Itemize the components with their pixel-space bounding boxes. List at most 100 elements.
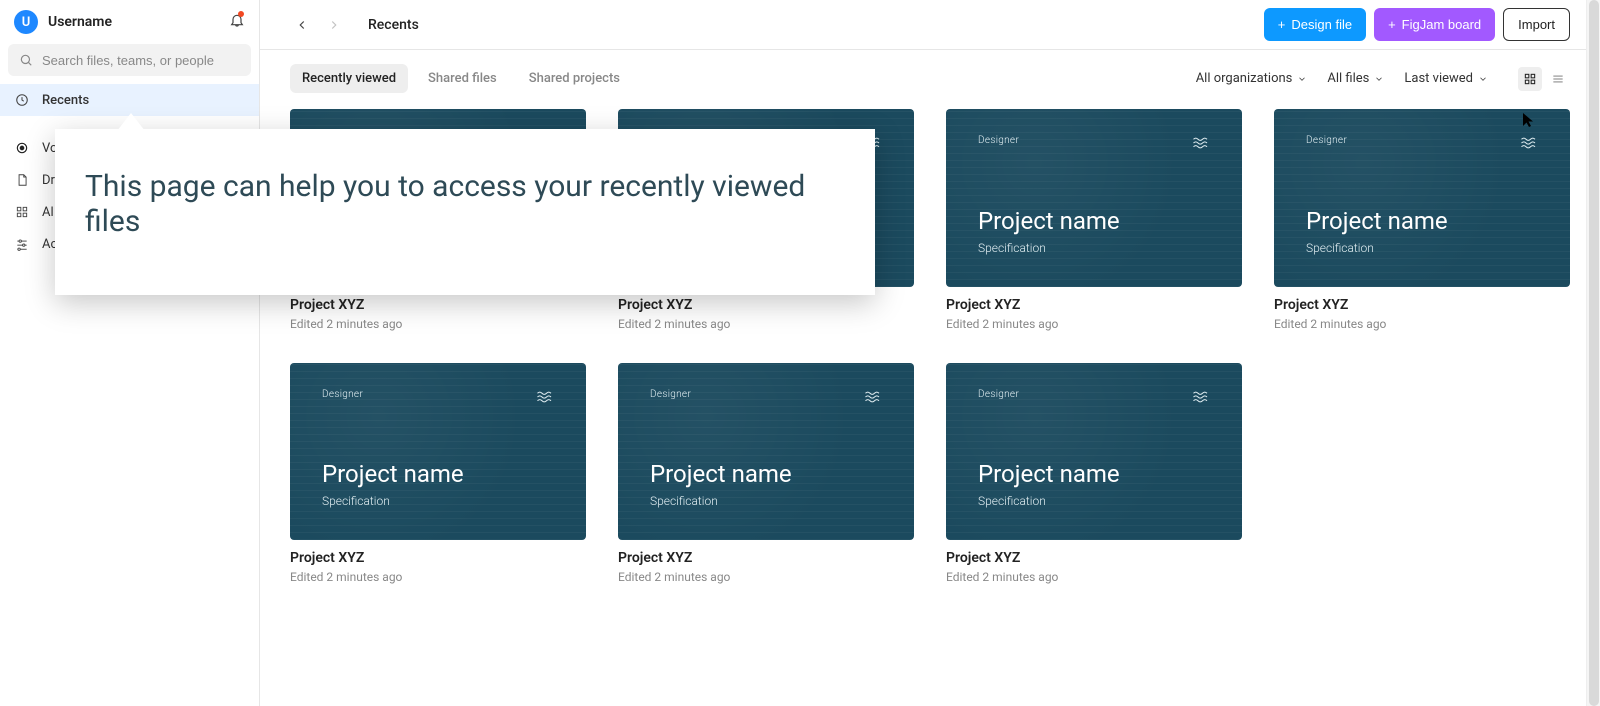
thumb-project-title: Project name — [1306, 207, 1538, 235]
file-title: Project XYZ — [290, 297, 586, 313]
file-title: Project XYZ — [618, 550, 914, 566]
filter-files[interactable]: All files — [1327, 71, 1384, 86]
nav-back-button[interactable] — [290, 13, 314, 37]
sidebar-item-label: Dr — [42, 173, 55, 188]
file-subtitle: Edited 2 minutes ago — [946, 317, 1242, 331]
thumb-project-title: Project name — [978, 207, 1210, 235]
tab-shared-projects[interactable]: Shared projects — [517, 64, 632, 93]
scrollbar[interactable] — [1586, 0, 1600, 706]
clock-icon — [14, 92, 30, 108]
filter-organizations[interactable]: All organizations — [1196, 71, 1308, 86]
cursor-pointer-icon — [1522, 112, 1536, 132]
file-subtitle: Edited 2 minutes ago — [290, 317, 586, 331]
file-thumbnail: Designer Project name Specification — [946, 109, 1242, 287]
filter-label: Last viewed — [1404, 71, 1473, 86]
main-content: Recents + Design file + FigJam board Imp… — [260, 0, 1600, 706]
file-thumbnail: Designer Project name Specification — [946, 363, 1242, 541]
tooltip-callout: This page can help you to access your re… — [55, 129, 875, 295]
thumb-designer-label: Designer — [650, 389, 882, 400]
thumb-designer-label: Designer — [1306, 135, 1538, 146]
filter-label: All organizations — [1196, 71, 1293, 86]
sidebar-item-label: Al — [42, 205, 54, 220]
file-title: Project XYZ — [946, 550, 1242, 566]
chevron-down-icon — [1374, 74, 1384, 84]
notifications-button[interactable] — [229, 12, 245, 33]
file-icon — [14, 172, 30, 188]
thumb-project-title: Project name — [978, 460, 1210, 488]
file-title: Project XYZ — [1274, 297, 1570, 313]
thumb-project-sub: Specification — [650, 494, 882, 508]
search-icon — [18, 52, 34, 68]
wave-icon — [536, 389, 554, 408]
file-subtitle: Edited 2 minutes ago — [290, 570, 586, 584]
sidebar-item-label: Recents — [42, 93, 89, 108]
button-label: Design file — [1291, 17, 1352, 32]
list-icon — [1551, 72, 1565, 86]
file-title: Project XYZ — [290, 550, 586, 566]
thumb-project-sub: Specification — [322, 494, 554, 508]
thumb-project-sub: Specification — [1306, 241, 1538, 255]
page-title: Recents — [368, 17, 419, 33]
thumb-project-sub: Specification — [978, 494, 1210, 508]
search-input-wrap[interactable] — [8, 44, 251, 76]
file-subtitle: Edited 2 minutes ago — [946, 570, 1242, 584]
breadcrumb: Recents — [290, 13, 419, 37]
file-subtitle: Edited 2 minutes ago — [618, 570, 914, 584]
filter-sort[interactable]: Last viewed — [1404, 71, 1488, 86]
wave-icon — [1192, 135, 1210, 154]
new-design-file-button[interactable]: + Design file — [1264, 8, 1366, 41]
file-subtitle: Edited 2 minutes ago — [1274, 317, 1570, 331]
file-card[interactable]: Designer Project name Specification Proj… — [946, 363, 1242, 585]
filter-bar: Recently viewed Shared files Shared proj… — [260, 50, 1600, 99]
file-title: Project XYZ — [618, 297, 914, 313]
tab-shared-files[interactable]: Shared files — [416, 64, 509, 93]
topbar: Recents + Design file + FigJam board Imp… — [260, 0, 1600, 50]
sliders-icon — [14, 236, 30, 252]
file-card[interactable]: Designer Project name Specification Proj… — [290, 363, 586, 585]
username: Username — [48, 14, 112, 30]
grid-icon — [1523, 72, 1537, 86]
button-label: Import — [1518, 17, 1555, 32]
import-button[interactable]: Import — [1503, 8, 1570, 41]
grid-icon — [14, 204, 30, 220]
view-grid-button[interactable] — [1518, 67, 1542, 91]
sidebar: U Username Recents — [0, 0, 260, 706]
thumb-designer-label: Designer — [978, 389, 1210, 400]
chevron-right-icon — [327, 18, 341, 32]
wave-icon — [864, 389, 882, 408]
view-list-button[interactable] — [1546, 67, 1570, 91]
notification-dot — [238, 11, 244, 17]
file-subtitle: Edited 2 minutes ago — [618, 317, 914, 331]
thumb-designer-label: Designer — [978, 135, 1210, 146]
chevron-down-icon — [1297, 74, 1307, 84]
sidebar-item-recents[interactable]: Recents — [0, 84, 259, 116]
thumb-project-sub: Specification — [978, 241, 1210, 255]
file-card[interactable]: Designer Project name Specification Proj… — [1274, 109, 1570, 331]
tab-recently-viewed[interactable]: Recently viewed — [290, 64, 408, 93]
file-card[interactable]: Designer Project name Specification Proj… — [618, 363, 914, 585]
nav-forward-button[interactable] — [322, 13, 346, 37]
wave-icon — [1192, 389, 1210, 408]
thumb-designer-label: Designer — [322, 389, 554, 400]
file-thumbnail: Designer Project name Specification — [290, 363, 586, 541]
user-menu[interactable]: U Username — [14, 10, 112, 34]
chevron-down-icon — [1478, 74, 1488, 84]
button-label: FigJam board — [1402, 17, 1481, 32]
plus-icon: + — [1278, 17, 1286, 32]
avatar: U — [14, 10, 38, 34]
wave-icon — [1520, 135, 1538, 154]
file-card[interactable]: Designer Project name Specification Proj… — [946, 109, 1242, 331]
file-title: Project XYZ — [946, 297, 1242, 313]
file-thumbnail: Designer Project name Specification — [1274, 109, 1570, 287]
circle-dot-icon — [14, 140, 30, 156]
thumb-project-title: Project name — [650, 460, 882, 488]
thumb-project-title: Project name — [322, 460, 554, 488]
file-thumbnail: Designer Project name Specification — [618, 363, 914, 541]
filter-label: All files — [1327, 71, 1369, 86]
scrollbar-thumb[interactable] — [1589, 0, 1599, 706]
new-figjam-button[interactable]: + FigJam board — [1374, 8, 1495, 41]
content-tabs: Recently viewed Shared files Shared proj… — [290, 64, 632, 93]
search-input[interactable] — [42, 53, 241, 68]
chevron-left-icon — [295, 18, 309, 32]
plus-icon: + — [1388, 17, 1396, 32]
